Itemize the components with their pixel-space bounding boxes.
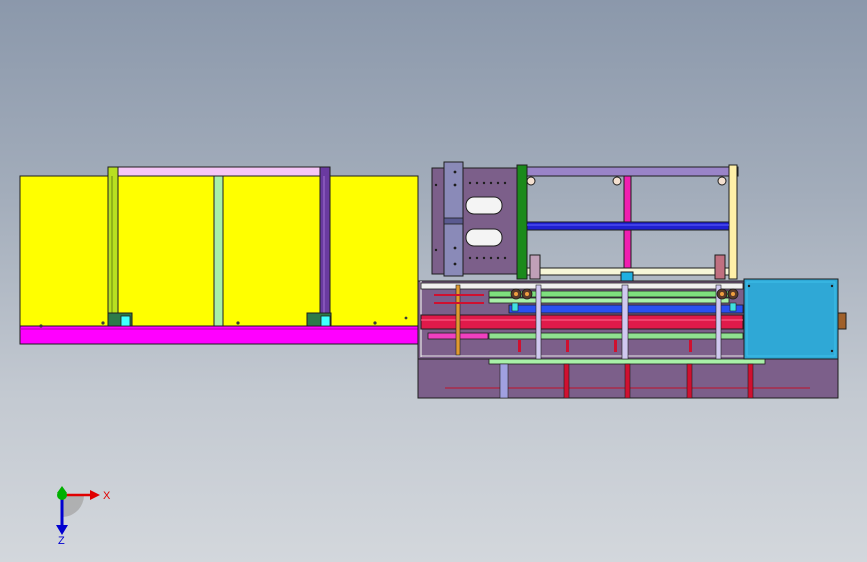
- bracket-hole: [453, 183, 457, 187]
- blue-cross-beam: [526, 221, 730, 231]
- y-axis-arrow-icon: [57, 486, 67, 500]
- mount-hole: [39, 324, 43, 328]
- red-post: [747, 363, 754, 399]
- cabinet-handle[interactable]: [837, 312, 847, 330]
- left-clamp: [529, 254, 541, 280]
- slot-lower: [465, 228, 503, 247]
- lower-green-rail: [488, 358, 766, 365]
- right-upright: [728, 164, 738, 280]
- right-machine-assembly[interactable]: [417, 161, 847, 399]
- right-post: [319, 166, 331, 317]
- beam-bolt: [612, 176, 622, 186]
- vertical-post: [499, 363, 509, 399]
- bracket-hole: [453, 246, 457, 250]
- left-panel-assembly[interactable]: [19, 166, 419, 345]
- assembly-model[interactable]: [0, 0, 867, 562]
- slot-upper: [465, 196, 503, 215]
- red-post: [624, 363, 631, 399]
- mount-hole: [404, 316, 408, 320]
- bracket-tab: [443, 217, 464, 225]
- cabinet-screw: [747, 284, 751, 288]
- mount-hole: [373, 321, 377, 325]
- white-top-rail: [420, 282, 744, 290]
- red-post: [686, 363, 693, 399]
- green-rail-3: [488, 332, 744, 340]
- cyan-tab-left: [511, 302, 519, 312]
- beam-bolt: [526, 176, 536, 186]
- cyan-tab-right: [729, 302, 737, 312]
- mount-hole: [236, 321, 240, 325]
- control-cabinet: [743, 278, 839, 360]
- mount-hole: [101, 321, 105, 325]
- center-sensor: [620, 271, 634, 282]
- red-bar-upper: [434, 294, 484, 296]
- red-post: [563, 363, 570, 399]
- cad-graphics-viewport[interactable]: X Z: [0, 0, 867, 562]
- z-axis-label: Z: [58, 535, 65, 546]
- left-post: [107, 166, 119, 317]
- center-post: [213, 175, 224, 327]
- left-foot-cap: [120, 315, 131, 327]
- upper-frame-top-beam: [519, 166, 739, 177]
- red-bar-lower: [434, 302, 484, 304]
- vertical-post: [535, 284, 542, 360]
- cabinet-screw: [830, 284, 834, 288]
- bracket-hole: [453, 262, 457, 266]
- bracket-hole: [453, 170, 457, 174]
- top-rail: [107, 166, 331, 177]
- coordinate-triad: X Z: [56, 486, 111, 546]
- cabinet-screw: [830, 349, 834, 353]
- red-rail: [420, 314, 744, 330]
- green-upright: [516, 164, 528, 280]
- beam-bolt: [717, 176, 727, 186]
- right-foot-cap: [320, 315, 331, 327]
- vertical-post: [621, 284, 629, 360]
- x-axis-label: X: [103, 490, 111, 502]
- right-clamp: [714, 254, 726, 280]
